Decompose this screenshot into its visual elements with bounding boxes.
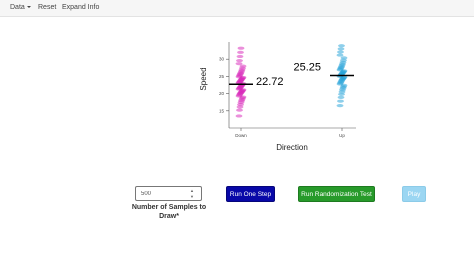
sample-count-label: Number of Samples to Draw* xyxy=(131,204,207,220)
data-point xyxy=(237,50,244,54)
data-point xyxy=(337,47,345,51)
data-point xyxy=(235,114,243,118)
data-point xyxy=(236,54,244,59)
stepper-arrows-icon[interactable]: ▲ ▼ xyxy=(189,188,195,199)
data-point xyxy=(337,95,345,99)
data-point xyxy=(237,46,245,50)
means-layer: 22.72 25.25 xyxy=(229,62,354,88)
data-point xyxy=(336,53,344,57)
data-point xyxy=(337,99,344,103)
data-point xyxy=(236,108,243,112)
data-point xyxy=(235,62,243,66)
y-tick-label: 25 xyxy=(219,74,225,79)
data-point xyxy=(338,44,345,48)
data-point xyxy=(340,56,348,60)
x-tick-label: Down xyxy=(235,133,247,138)
mean-label: 22.72 xyxy=(256,76,284,88)
data-point xyxy=(336,104,344,108)
data-point xyxy=(337,50,344,54)
points-layer xyxy=(235,44,348,118)
x-tick-label: Up xyxy=(339,133,345,138)
y-tick-label: 15 xyxy=(219,108,225,113)
run-one-step-button[interactable]: Run One Step xyxy=(226,186,275,202)
data-point xyxy=(236,58,243,63)
y-tick-label: 20 xyxy=(219,91,225,96)
speed-direction-chart: 15 20 25 30 Down Up Speed Direction 22.72 25.2… xyxy=(199,42,356,152)
mean-label: 25.25 xyxy=(293,62,321,74)
y-axis-label: Speed xyxy=(199,67,208,90)
run-randomization-test-button[interactable]: Run Randomization Test xyxy=(298,186,375,202)
x-axis-label: Direction xyxy=(276,143,308,152)
play-button[interactable]: Play xyxy=(402,186,426,202)
y-tick-label: 30 xyxy=(219,57,225,62)
